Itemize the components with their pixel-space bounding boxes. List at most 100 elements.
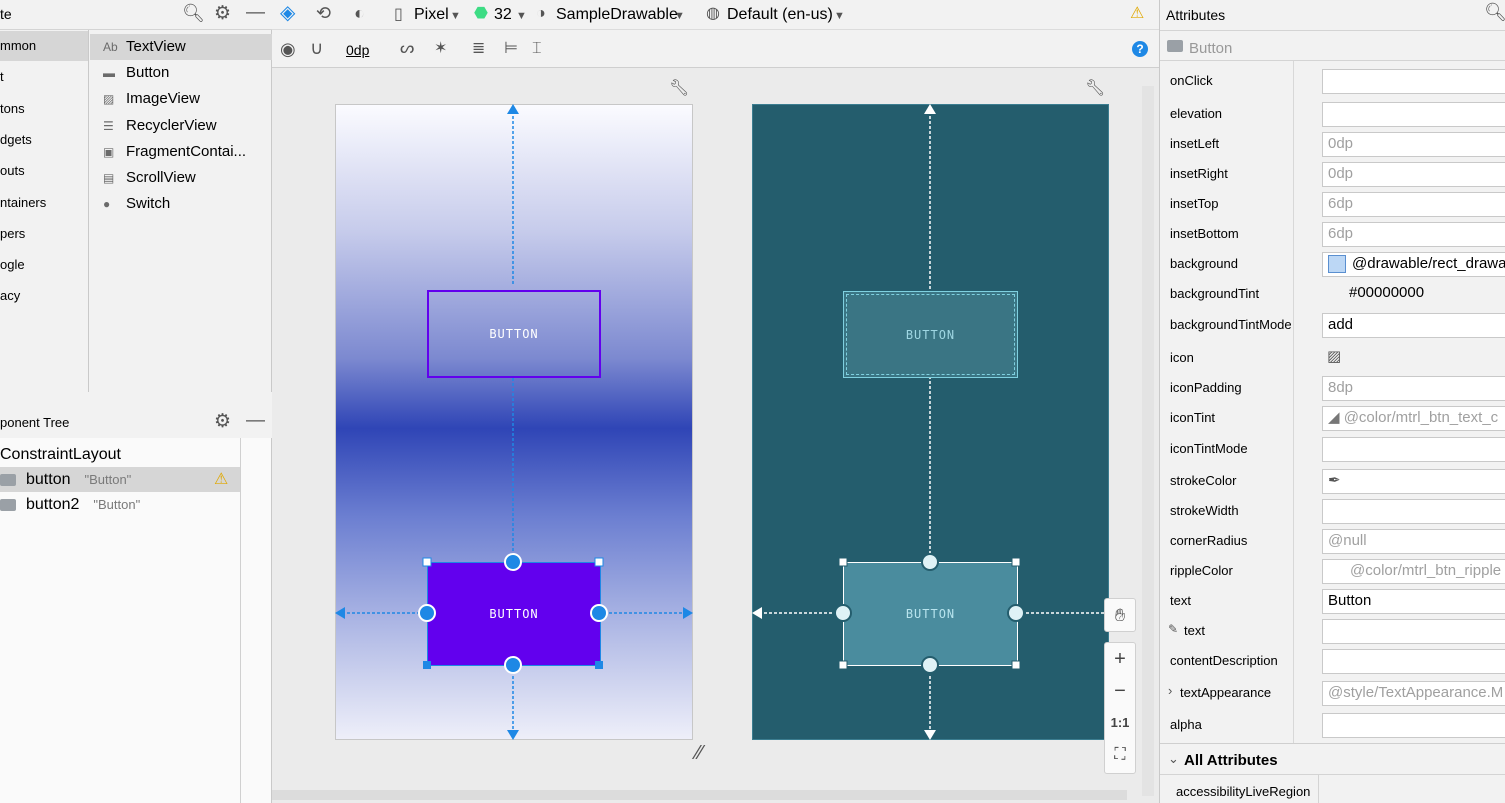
chevron-down-icon[interactable]: ⌄ — [1168, 751, 1179, 767]
attribute-value-field[interactable]: ✒ — [1322, 469, 1505, 494]
palette-item[interactable]: ▨ ImageView — [90, 86, 272, 112]
all-attributes-header[interactable]: All Attributes — [1184, 752, 1278, 769]
selection-handles[interactable] — [418, 552, 610, 676]
attribute-value-field[interactable]: add — [1322, 313, 1505, 338]
gear-icon[interactable]: ⚙ — [214, 2, 231, 25]
zoom-fit-icon[interactable]: ⛶ — [1105, 739, 1135, 771]
attribute-row: insetBottom 6dp — [1160, 219, 1505, 249]
attribute-value-field[interactable] — [1322, 713, 1505, 738]
attribute-value-field[interactable]: Button — [1322, 589, 1505, 614]
palette-item-label: ScrollView — [126, 169, 196, 186]
help-icon[interactable]: ? — [1132, 41, 1148, 57]
wrench-icon[interactable]: 🔧︎ — [1085, 78, 1105, 98]
attribute-value-field[interactable] — [1322, 499, 1505, 524]
attribute-value-field[interactable] — [1322, 649, 1505, 674]
api-selector[interactable]: 32 — [494, 5, 512, 25]
palette-item[interactable]: ▤ ScrollView — [90, 165, 272, 191]
attribute-value-field[interactable]: 0dp — [1322, 162, 1505, 187]
blueprint-handles[interactable] — [834, 552, 1028, 676]
night-mode-icon[interactable]: ◐ — [354, 3, 365, 23]
attribute-label: backgroundTint — [1170, 286, 1260, 301]
palette-category[interactable]: ogle — [0, 250, 88, 280]
tree-row-button2[interactable]: button2 "Button" — [0, 492, 240, 517]
palette-category[interactable]: dgets — [0, 125, 88, 155]
resize-corner-icon[interactable]: ⁄⁄ — [696, 742, 703, 765]
locale-selector[interactable]: Default (en-us) — [727, 5, 833, 25]
anchor-left — [418, 604, 436, 622]
tree-row-root[interactable]: ConstraintLayout — [0, 442, 240, 467]
resize-handle — [838, 557, 848, 567]
guidelines-icon[interactable]: ≣ — [472, 39, 485, 59]
attribute-value-field[interactable] — [1322, 437, 1505, 462]
palette-category[interactable]: mmon — [0, 31, 88, 61]
palette-category[interactable]: outs — [0, 156, 88, 186]
warning-icon[interactable]: ⚠ — [214, 467, 228, 492]
chevron-right-icon[interactable]: › — [1168, 683, 1172, 698]
palette-category[interactable]: ntainers — [0, 188, 88, 218]
button2-blueprint[interactable]: BUTTON — [843, 291, 1018, 378]
spacing-icon[interactable]: ⌶ — [532, 39, 542, 59]
palette-item[interactable]: ☰ RecyclerView — [90, 113, 272, 139]
fragment-icon: ▣ — [103, 144, 115, 159]
eyedropper-icon[interactable]: ✒ — [1328, 472, 1341, 489]
palette-item[interactable]: ▣ FragmentContai... — [90, 139, 272, 165]
palette-item[interactable]: Ab TextView — [90, 34, 272, 60]
vertical-scrollbar[interactable] — [1142, 86, 1154, 796]
search-icon[interactable]: 🔍︎ — [182, 3, 205, 24]
wrench-icon[interactable]: 🔧︎ — [669, 78, 689, 98]
selected-component-name: Button — [1189, 40, 1233, 57]
pan-hand-icon[interactable]: ✋︎ — [1104, 598, 1136, 632]
attribute-value-field[interactable]: @color/mtrl_btn_ripple — [1322, 559, 1505, 584]
attribute-value-field[interactable]: ▨ — [1322, 346, 1505, 371]
attribute-value-field[interactable]: ◢ @color/mtrl_btn_text_c — [1322, 406, 1505, 431]
minimize-icon[interactable]: — — [246, 2, 265, 24]
zoom-actual-size-button[interactable]: 1:1 — [1105, 707, 1135, 739]
magnet-icon[interactable]: ∪ — [310, 38, 323, 58]
layers-icon[interactable]: ◈ — [280, 3, 295, 23]
attribute-value-field[interactable]: 6dp — [1322, 222, 1505, 247]
gear-icon[interactable]: ⚙ — [214, 410, 231, 433]
attribute-value-field[interactable]: 0dp — [1322, 132, 1505, 157]
attribute-value-field[interactable] — [1322, 619, 1505, 644]
attribute-value-field[interactable]: 8dp — [1322, 376, 1505, 401]
attribute-value-field[interactable]: @drawable/rect_drawa — [1322, 252, 1505, 277]
palette-category[interactable]: t — [0, 62, 88, 92]
theme-selector[interactable]: SampleDrawable — [556, 5, 678, 25]
infer-constraints-icon[interactable]: ✶ — [434, 39, 447, 59]
color-swatch[interactable] — [1328, 255, 1346, 274]
attribute-label: background — [1170, 256, 1238, 271]
attribute-value-field[interactable] — [1322, 69, 1505, 94]
tree-row-button[interactable]: button "Button" ⚠ — [0, 467, 240, 492]
horizontal-scrollbar[interactable] — [272, 790, 1127, 800]
button2-preview[interactable]: BUTTON — [427, 290, 601, 378]
palette-item[interactable]: ▬ Button — [90, 60, 272, 86]
tree-row-name: button — [26, 471, 71, 488]
palette-category[interactable]: pers — [0, 219, 88, 249]
palette-category[interactable]: tons — [0, 94, 88, 124]
clear-constraints-icon[interactable]: ᔕ — [400, 39, 414, 59]
minimize-icon[interactable]: — — [246, 410, 265, 432]
attribute-row: insetLeft 0dp — [1160, 129, 1505, 159]
attribute-value: 8dp — [1328, 379, 1354, 396]
palette-category[interactable]: acy — [0, 281, 88, 311]
attribute-value-field[interactable]: 6dp — [1322, 192, 1505, 217]
attributes-title: Attributes — [1166, 7, 1226, 23]
color-icon[interactable]: ◢ — [1328, 409, 1344, 426]
device-selector[interactable]: Pixel — [414, 5, 449, 25]
attribute-value-field[interactable]: @style/TextAppearance.M — [1322, 681, 1505, 706]
attribute-value-field[interactable]: @null — [1322, 529, 1505, 554]
attribute-value-field[interactable] — [1322, 102, 1505, 127]
image-icon[interactable]: ▨ — [1327, 348, 1341, 365]
palette-item[interactable]: ● Switch — [90, 191, 272, 217]
zoom-out-button[interactable]: − — [1105, 675, 1135, 707]
arrow-up-icon — [507, 104, 519, 114]
default-margin-field[interactable]: 0dp — [342, 40, 373, 60]
eye-icon[interactable]: ◉ — [280, 39, 296, 59]
warning-icon[interactable]: ⚠ — [1130, 4, 1144, 24]
orientation-icon[interactable]: ⟲ — [316, 3, 331, 23]
align-icon[interactable]: ⊨ — [504, 39, 518, 59]
search-icon[interactable]: 🔍︎ — [1484, 2, 1505, 23]
attribute-row: onClick — [1160, 66, 1505, 96]
zoom-in-button[interactable]: + — [1105, 643, 1135, 675]
attribute-value-field[interactable]: #00000000 — [1322, 282, 1505, 307]
